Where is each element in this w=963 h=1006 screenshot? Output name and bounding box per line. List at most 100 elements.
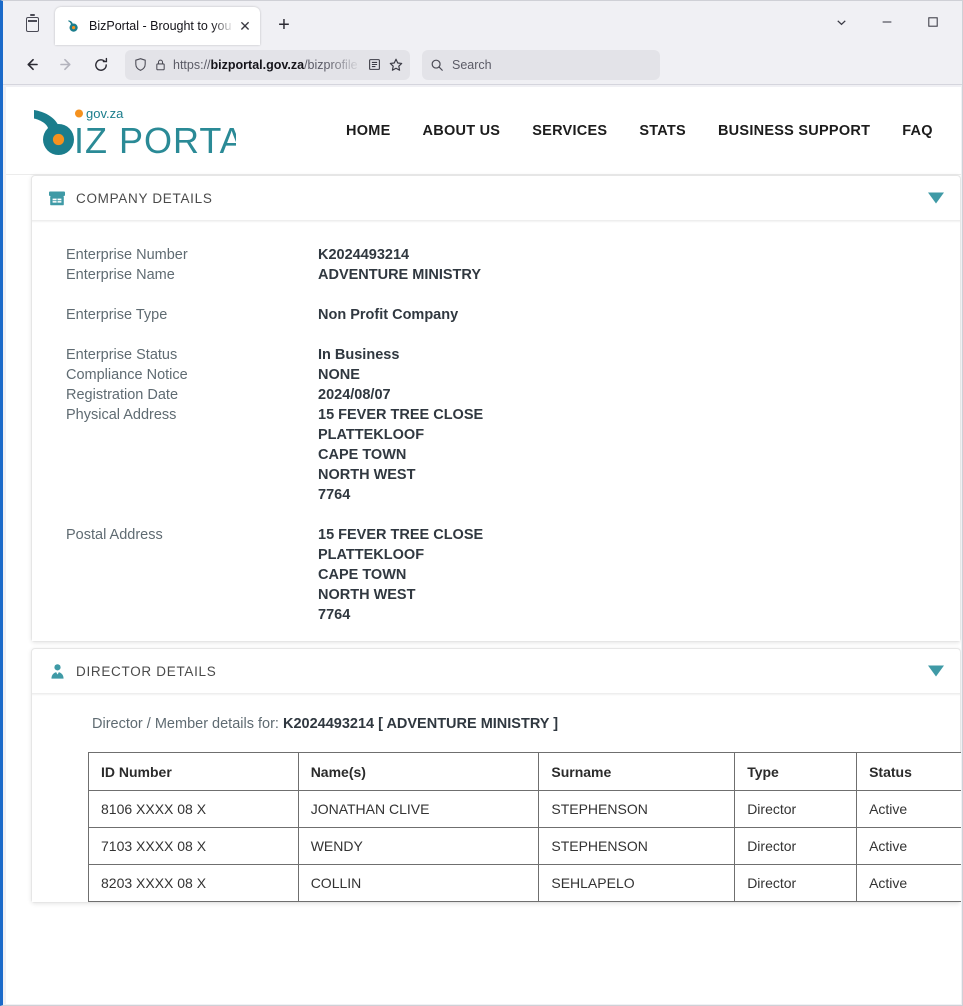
cell-type: Director — [735, 791, 857, 828]
search-icon — [430, 58, 444, 72]
field-label: Registration Date — [66, 385, 318, 405]
tab-title: BizPortal - Brought to you by th — [89, 7, 234, 45]
shield-icon[interactable] — [133, 57, 148, 72]
close-tab-icon[interactable]: ✕ — [236, 17, 254, 35]
field-value: 15 FEVER TREE CLOSE PLATTEKLOOF CAPE TOW… — [318, 525, 483, 625]
person-icon — [46, 663, 68, 680]
navigation-toolbar: https://bizportal.gov.za/bizprofile Sear… — [3, 45, 962, 85]
chevron-down-icon[interactable] — [928, 193, 944, 204]
address-line: 7764 — [318, 485, 483, 505]
field-label: Enterprise Type — [66, 305, 318, 325]
company-details-card: COMPANY DETAILS Enterprise Number K20244… — [31, 175, 961, 642]
nav-item-contact-us[interactable]: CONTACT US — [949, 123, 961, 139]
field-compliance-notice: Compliance Notice NONE — [66, 365, 960, 385]
firefox-view-button[interactable] — [13, 7, 51, 41]
cell-id-number: 7103 XXXX 08 X — [89, 828, 299, 865]
field-enterprise-number: Enterprise Number K2024493214 — [66, 245, 960, 265]
field-value: 2024/08/07 — [318, 385, 391, 405]
address-line: PLATTEKLOOF — [318, 425, 483, 445]
reader-view-icon[interactable] — [367, 57, 382, 72]
address-line: NORTH WEST — [318, 465, 483, 485]
page-content: COMPANY DETAILS Enterprise Number K20244… — [6, 175, 961, 1004]
browser-tab[interactable]: BizPortal - Brought to you by th ✕ — [55, 7, 260, 45]
field-physical-address: Physical Address 15 FEVER TREE CLOSE PLA… — [66, 405, 960, 505]
forward-button[interactable] — [50, 50, 82, 80]
column-header-names: Name(s) — [298, 753, 539, 791]
address-bar[interactable]: https://bizportal.gov.za/bizprofile — [125, 50, 410, 80]
svg-text:gov.za: gov.za — [86, 106, 124, 121]
cell-surname: SEHLAPELO — [539, 865, 735, 902]
director-intro-value: K2024493214 [ ADVENTURE MINISTRY ] — [283, 716, 558, 732]
cell-id-number: 8203 XXXX 08 X — [89, 865, 299, 902]
column-header-type: Type — [735, 753, 857, 791]
maximize-button[interactable] — [910, 5, 956, 39]
column-header-id-number: ID Number — [89, 753, 299, 791]
director-table: ID Number Name(s) Surname Type Status 81… — [88, 752, 961, 902]
field-value: Non Profit Company — [318, 305, 458, 325]
list-all-tabs-button[interactable] — [818, 5, 864, 39]
director-details-title: DIRECTOR DETAILS — [76, 664, 216, 679]
nav-item-services[interactable]: SERVICES — [516, 123, 623, 139]
nav-item-faq[interactable]: FAQ — [886, 123, 949, 139]
cell-type: Director — [735, 828, 857, 865]
field-registration-date: Registration Date 2024/08/07 — [66, 385, 960, 405]
browser-window: BizPortal - Brought to you by th ✕ + — [0, 0, 963, 1006]
field-enterprise-status: Enterprise Status In Business — [66, 345, 960, 365]
field-label: Compliance Notice — [66, 365, 318, 385]
field-postal-address: Postal Address 15 FEVER TREE CLOSE PLATT… — [66, 525, 960, 625]
company-details-title: COMPANY DETAILS — [76, 191, 213, 206]
field-label: Enterprise Number — [66, 245, 318, 265]
field-value: In Business — [318, 345, 399, 365]
field-label: Enterprise Name — [66, 265, 318, 285]
page-viewport: gov.za IZ PORTAL HOME ABOUT US SERVICES … — [6, 87, 961, 1004]
cell-surname: STEPHENSON — [539, 791, 735, 828]
nav-item-stats[interactable]: STATS — [623, 123, 702, 139]
new-tab-button[interactable]: + — [268, 9, 300, 41]
nav-item-home[interactable]: HOME — [330, 123, 407, 139]
field-value: ADVENTURE MINISTRY — [318, 265, 481, 285]
table-row: 7103 XXXX 08 X WENDY STEPHENSON Director… — [89, 828, 962, 865]
address-line: 15 FEVER TREE CLOSE — [318, 525, 483, 545]
field-value: 15 FEVER TREE CLOSE PLATTEKLOOF CAPE TOW… — [318, 405, 483, 505]
minimize-button[interactable] — [864, 5, 910, 39]
search-input[interactable]: Search — [452, 58, 492, 72]
cell-type: Director — [735, 865, 857, 902]
field-value: NONE — [318, 365, 360, 385]
address-line: 15 FEVER TREE CLOSE — [318, 405, 483, 425]
bizportal-favicon — [65, 18, 82, 35]
nav-item-business-support[interactable]: BUSINESS SUPPORT — [702, 123, 886, 139]
address-line: 7764 — [318, 605, 483, 625]
column-header-surname: Surname — [539, 753, 735, 791]
table-row: 8106 XXXX 08 X JONATHAN CLIVE STEPHENSON… — [89, 791, 962, 828]
field-enterprise-name: Enterprise Name ADVENTURE MINISTRY — [66, 265, 960, 285]
address-line: CAPE TOWN — [318, 445, 483, 465]
director-intro: Director / Member details for: K20244932… — [32, 716, 960, 732]
cell-names: COLLIN — [298, 865, 539, 902]
field-enterprise-type: Enterprise Type Non Profit Company — [66, 305, 960, 325]
director-intro-prefix: Director / Member details for: — [92, 716, 283, 732]
company-details-header[interactable]: COMPANY DETAILS — [32, 176, 960, 220]
field-label: Enterprise Status — [66, 345, 318, 365]
reload-button[interactable] — [85, 50, 117, 80]
cell-names: WENDY — [298, 828, 539, 865]
firefox-view-icon — [26, 17, 39, 32]
cell-status: Active — [857, 865, 961, 902]
store-icon — [46, 190, 68, 207]
bookmark-star-icon[interactable] — [388, 57, 404, 73]
nav-item-about-us[interactable]: ABOUT US — [407, 123, 517, 139]
lock-icon[interactable] — [154, 58, 167, 72]
bizportal-logo[interactable]: gov.za IZ PORTAL — [28, 102, 236, 160]
search-bar[interactable]: Search — [422, 50, 660, 80]
table-header-row: ID Number Name(s) Surname Type Status — [89, 753, 962, 791]
main-navigation: HOME ABOUT US SERVICES STATS BUSINESS SU… — [330, 123, 961, 139]
chevron-down-icon[interactable] — [928, 666, 944, 677]
svg-text:IZ PORTAL: IZ PORTAL — [74, 120, 236, 160]
back-button[interactable] — [15, 50, 47, 80]
cell-status: Active — [857, 828, 961, 865]
url-text[interactable]: https://bizportal.gov.za/bizprofile — [173, 58, 361, 72]
address-line: NORTH WEST — [318, 585, 483, 605]
director-details-header[interactable]: DIRECTOR DETAILS — [32, 649, 960, 693]
cell-id-number: 8106 XXXX 08 X — [89, 791, 299, 828]
column-header-status: Status — [857, 753, 961, 791]
site-header: gov.za IZ PORTAL HOME ABOUT US SERVICES … — [6, 87, 961, 175]
